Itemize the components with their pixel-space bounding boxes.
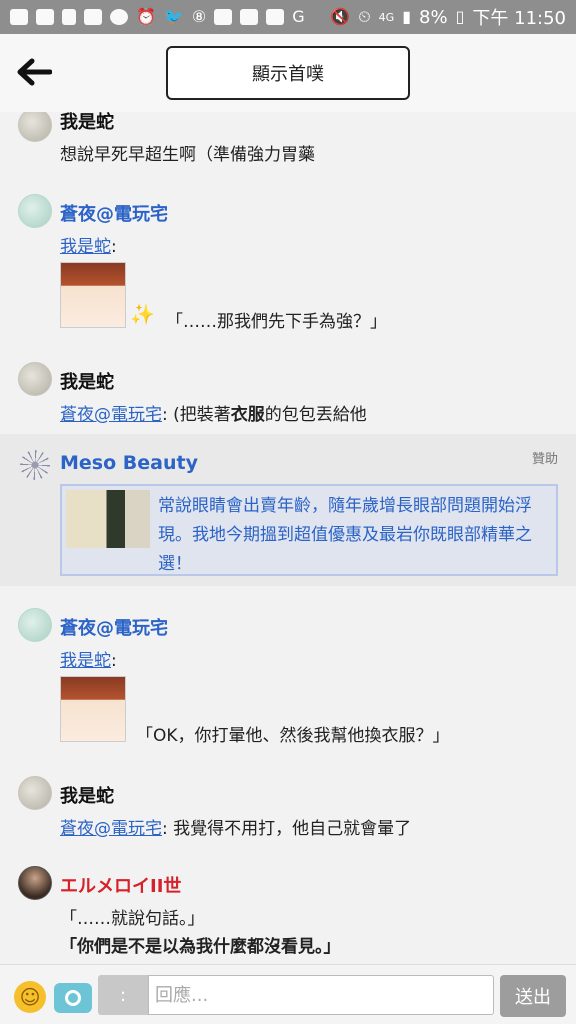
comment-text: 蒼夜@電玩宅: 我覺得不用打，他自己就會暈了 <box>60 819 412 839</box>
app-icon <box>266 9 285 25</box>
photo-button[interactable] <box>54 983 92 1013</box>
reply-colon: : <box>111 237 117 257</box>
clock: 下午 11:50 <box>472 8 566 29</box>
reply-to-link[interactable]: 蒼夜@電玩宅 <box>60 405 162 425</box>
battery-percent: 8% <box>419 6 448 28</box>
avatar[interactable] <box>18 608 52 642</box>
reply-colon: : <box>111 651 117 671</box>
avatar[interactable] <box>18 194 52 228</box>
comment: 蒼夜@電玩宅 我是蛇: 「OK，你打暈他、然後我幫他換衣服？」 <box>0 606 576 756</box>
status-bar-notifications: ⏰ 🐦 ⑧ G <box>10 9 305 25</box>
sponsored-label: 贊助 <box>531 452 558 467</box>
comment-author[interactable]: 蒼夜@電玩宅 <box>60 614 168 640</box>
comment-text-line: 「你們是不是以為我什麼都沒看見。」 <box>60 937 341 957</box>
sparkle-icon: ✨ <box>130 302 155 326</box>
avatar[interactable] <box>18 112 52 142</box>
avatar[interactable] <box>18 362 52 396</box>
character-sticker[interactable] <box>60 262 126 328</box>
comment-list[interactable]: 我是蛇 想說早死早超生啊（準備強力胃藥 蒼夜@電玩宅 我是蛇: ✨ 「……那我們… <box>0 112 576 964</box>
telegram-icon <box>110 9 128 25</box>
file-icon <box>62 9 76 25</box>
send-button[interactable]: 送出 <box>500 975 566 1017</box>
back-arrow-icon <box>17 58 52 86</box>
comment-author[interactable]: 蒼夜@電玩宅 <box>60 200 168 226</box>
camera-icon <box>65 990 81 1006</box>
emoticon-button[interactable]: ☺ <box>14 981 46 1013</box>
ad-text[interactable]: 常說眼睛會出賣年齡，隨年歲增長眼部問題開始浮現。我地今期搵到超值優惠及最岩你既眼… <box>158 492 554 579</box>
message-icon <box>10 9 28 25</box>
reply-to-link[interactable]: 我是蛇 <box>60 651 111 671</box>
reply-input[interactable] <box>148 975 494 1015</box>
comment-text: 「……那我們先下手為強？」 <box>166 312 387 332</box>
comment-text: 想說早死早超生啊（準備強力胃藥 <box>60 145 315 165</box>
comment: 蒼夜@電玩宅 我是蛇: ✨ 「……那我們先下手為強？」 <box>0 192 576 342</box>
facebook-icon <box>36 9 54 25</box>
mute-icon: 🔇 <box>330 7 351 26</box>
show-first-post-button[interactable]: 顯示首噗 <box>166 46 410 100</box>
comment-author[interactable]: 我是蛇 <box>60 112 114 134</box>
comment: エルメロイII世 「……就說句話。」 「你們是不是以為我什麼都沒看見。」 <box>0 864 576 964</box>
google-icon: G <box>292 7 305 26</box>
twitter-icon: 🐦 <box>163 7 184 26</box>
comment: 我是蛇 蒼夜@電玩宅: (把裝著衣服的包包丟給他 <box>0 360 576 430</box>
meso-beauty-logo <box>20 450 50 480</box>
status-bar-system: 🔇 ⏲ 4G ▮ 8% ▯ 下午 11:50 <box>330 4 566 30</box>
image-icon <box>214 9 233 25</box>
comment: 我是蛇 蒼夜@電玩宅: 我覺得不用打，他自己就會暈了 <box>0 774 576 844</box>
alarm-clock-icon: ⏲ <box>358 7 371 26</box>
ad-brand[interactable]: Meso Beauty <box>60 452 198 474</box>
signal-icon: ▮ <box>402 7 412 26</box>
ad-card[interactable]: 常說眼睛會出賣年齡，隨年歲增長眼部問題開始浮現。我地今期搵到超值優惠及最岩你既眼… <box>60 484 558 576</box>
avatar[interactable] <box>18 776 52 810</box>
alarm-icon: ⏰ <box>136 7 156 26</box>
battery-icon: ▯ <box>455 7 465 26</box>
app-icon <box>240 9 259 25</box>
back-button[interactable] <box>14 56 54 88</box>
reply-to-link[interactable]: 我是蛇 <box>60 237 111 257</box>
network-label: 4G <box>378 10 395 24</box>
comment-author[interactable]: 我是蛇 <box>60 782 114 808</box>
badge-8-icon: ⑧ <box>191 7 207 26</box>
comment-author[interactable]: エルメロイII世 <box>60 872 181 898</box>
header: 顯示首噗 <box>0 34 576 112</box>
qualifier-selector[interactable]: : <box>98 975 148 1015</box>
comment-text: 蒼夜@電玩宅: (把裝著衣服的包包丟給他 <box>60 405 367 425</box>
comment-author[interactable]: 我是蛇 <box>60 368 114 394</box>
reply-to-link[interactable]: 蒼夜@電玩宅 <box>60 819 162 839</box>
comment: 我是蛇 想說早死早超生啊（準備強力胃藥 <box>0 112 576 170</box>
sponsored-ad[interactable]: Meso Beauty 贊助 常說眼睛會出賣年齡，隨年歲增長眼部問題開始浮現。我… <box>0 434 576 586</box>
comment-text: 「OK，你打暈他、然後我幫他換衣服？」 <box>136 726 450 746</box>
comment-text-line: 「……就說句話。」 <box>60 909 205 929</box>
smile-icon: ☺ <box>19 985 41 1009</box>
comment-reply-line: 我是蛇: <box>60 232 117 257</box>
status-bar: ⏰ 🐦 ⑧ G 🔇 ⏲ 4G ▮ 8% ▯ 下午 11:50 <box>0 0 576 34</box>
reply-bar: ☺ : 送出 <box>0 964 576 1024</box>
character-sticker[interactable] <box>60 676 126 742</box>
bag-icon <box>84 9 102 25</box>
comment-reply-line: 我是蛇: <box>60 646 117 671</box>
avatar[interactable] <box>18 866 52 900</box>
ad-thumbnail <box>66 490 150 548</box>
